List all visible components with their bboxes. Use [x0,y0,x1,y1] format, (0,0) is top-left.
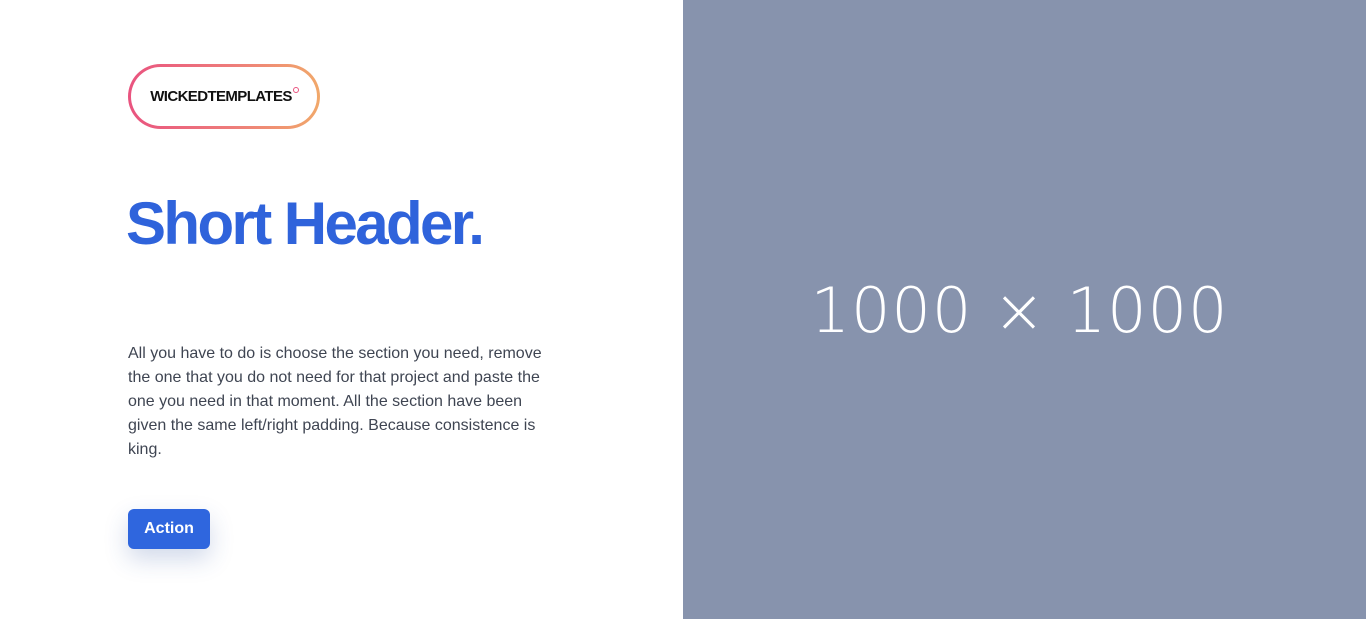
logo-pill: WICKEDTEMPLATES [131,67,317,126]
page: WICKEDTEMPLATES Short Header. All you ha… [0,0,1366,619]
hero-description: All you have to do is choose the section… [128,345,542,458]
logo-text: WICKEDTEMPLATES [150,88,292,105]
image-placeholder-label: 1000 × 1000 [810,274,1229,347]
image-placeholder: 1000 × 1000 [683,0,1366,619]
page-title: Short Header. [126,190,485,257]
action-button[interactable]: Action [128,509,210,549]
logo[interactable]: WICKEDTEMPLATES [128,64,320,129]
hero-content: WICKEDTEMPLATES Short Header. All you ha… [0,0,683,619]
registered-mark-icon [293,87,299,93]
